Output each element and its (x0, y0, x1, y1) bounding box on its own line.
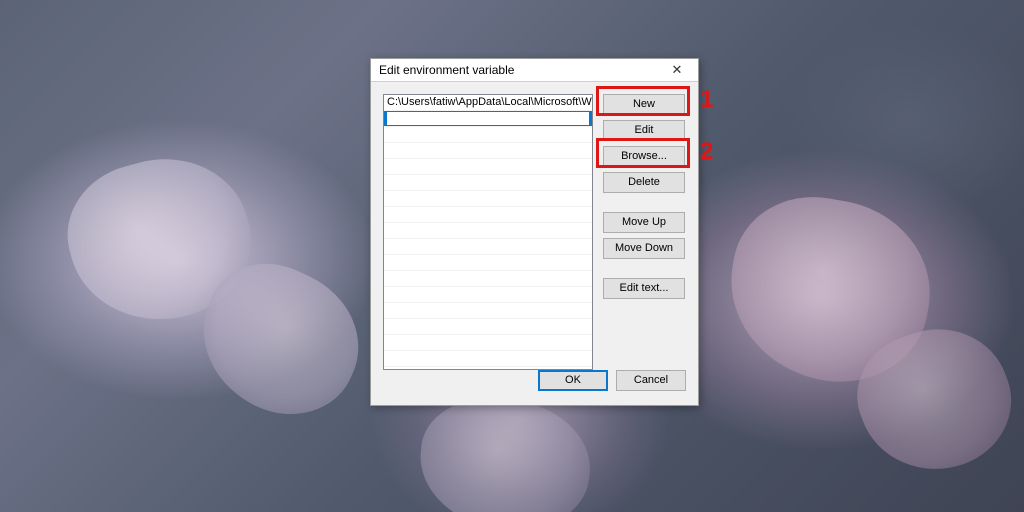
move-down-button[interactable]: Move Down (603, 238, 685, 259)
list-item-empty[interactable] (384, 143, 592, 159)
list-item-empty[interactable] (384, 271, 592, 287)
desktop-background: Edit environment variable ✕ C:\Users\fat… (0, 0, 1024, 512)
path-listbox[interactable]: C:\Users\fatiw\AppData\Local\Microsoft\W… (383, 94, 593, 370)
cancel-button[interactable]: Cancel (616, 370, 686, 391)
edit-text-button[interactable]: Edit text... (603, 278, 685, 299)
edit-environment-variable-dialog: Edit environment variable ✕ C:\Users\fat… (370, 58, 699, 406)
list-item-empty[interactable] (384, 335, 592, 351)
dialog-body: C:\Users\fatiw\AppData\Local\Microsoft\W… (371, 82, 698, 406)
button-gap (603, 264, 685, 278)
list-item[interactable]: C:\Users\fatiw\AppData\Local\Microsoft\W… (384, 95, 592, 111)
list-item-empty[interactable] (384, 207, 592, 223)
list-item-empty[interactable] (384, 159, 592, 175)
side-button-column: New Edit Browse... Delete Move Up Move D… (603, 94, 685, 304)
list-item-text: C:\Users\fatiw\AppData\Local\Microsoft\W… (387, 96, 593, 108)
dialog-titlebar[interactable]: Edit environment variable ✕ (371, 59, 698, 82)
ok-button[interactable]: OK (538, 370, 608, 391)
browse-button[interactable]: Browse... (603, 146, 685, 167)
delete-button[interactable]: Delete (603, 172, 685, 193)
move-up-button[interactable]: Move Up (603, 212, 685, 233)
list-item-empty[interactable] (384, 319, 592, 335)
edit-button[interactable]: Edit (603, 120, 685, 141)
list-item-empty[interactable] (384, 255, 592, 271)
button-gap (603, 198, 685, 212)
list-item-empty[interactable] (384, 191, 592, 207)
dialog-title: Edit environment variable (379, 63, 660, 77)
list-item-empty[interactable] (384, 351, 592, 367)
list-item-input[interactable] (387, 112, 589, 125)
list-item-empty[interactable] (384, 127, 592, 143)
list-item-empty[interactable] (384, 287, 592, 303)
list-item-empty[interactable] (384, 239, 592, 255)
annotation-label-2: 2 (700, 138, 713, 166)
dialog-bottom-buttons: OK Cancel (371, 370, 698, 396)
list-item-empty[interactable] (384, 223, 592, 239)
list-item-empty[interactable] (384, 303, 592, 319)
close-icon: ✕ (672, 62, 683, 78)
close-button[interactable]: ✕ (660, 60, 694, 80)
list-item-editing[interactable] (384, 111, 592, 127)
new-button[interactable]: New (603, 94, 685, 115)
list-item-empty[interactable] (384, 175, 592, 191)
annotation-label-1: 1 (700, 86, 713, 114)
decorative-flower (415, 393, 596, 512)
